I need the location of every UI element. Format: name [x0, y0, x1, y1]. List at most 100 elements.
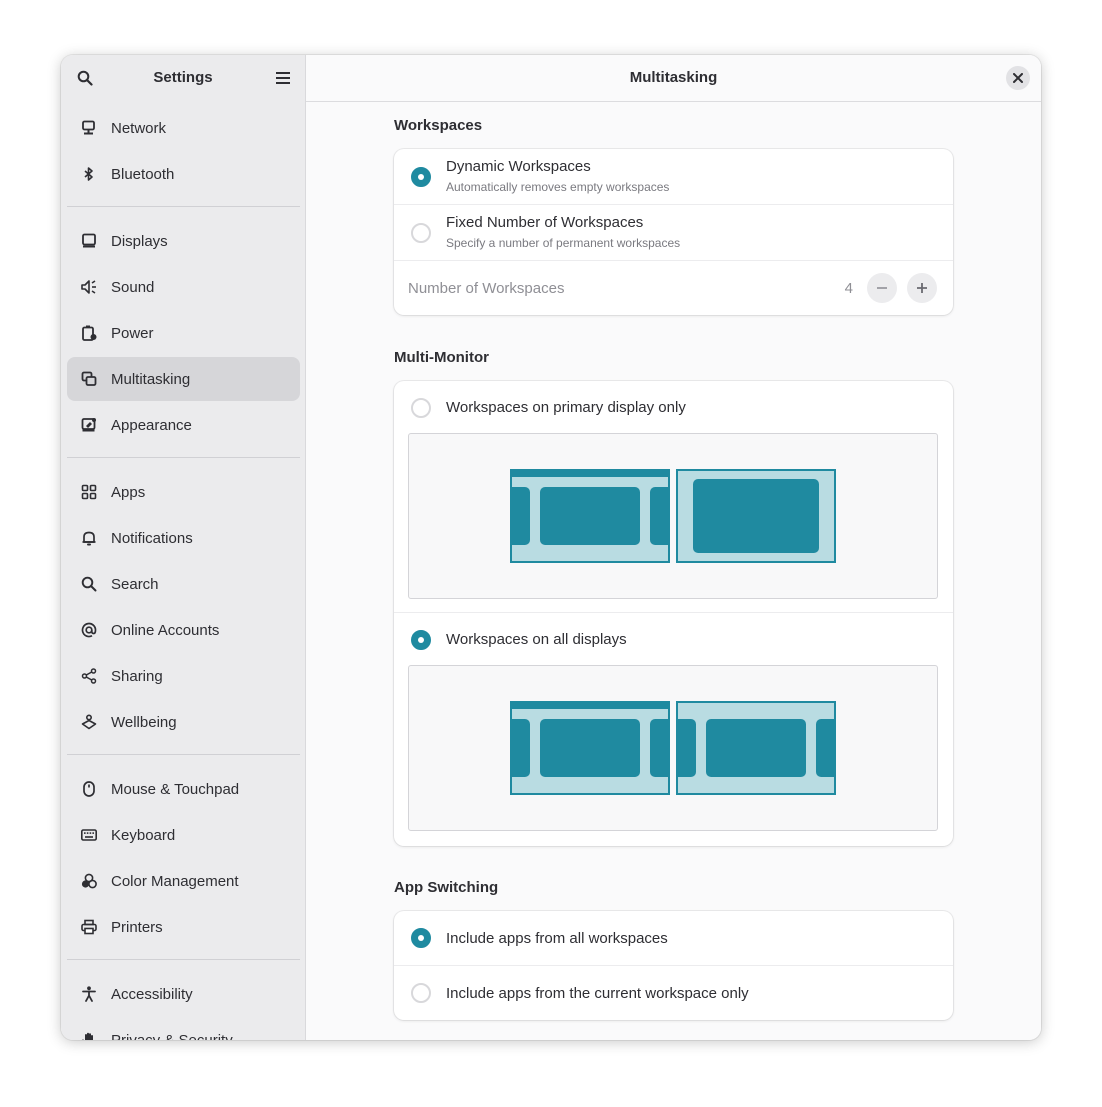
- sidebar-item-sound[interactable]: Sound: [67, 265, 300, 309]
- sidebar-item-privacy-security[interactable]: Privacy & Security: [67, 1018, 300, 1040]
- dynamic-workspaces-radio[interactable]: [411, 166, 431, 187]
- number-of-workspaces-label: Number of Workspaces: [408, 279, 565, 297]
- sidebar-item-color-management[interactable]: Color Management: [67, 859, 300, 903]
- bell-icon: [81, 530, 97, 546]
- main-header: Multitasking: [306, 55, 1041, 102]
- sidebar-item-sharing[interactable]: Sharing: [67, 654, 300, 698]
- dynamic-workspaces-title: Dynamic Workspaces: [446, 158, 591, 175]
- main-menu-button[interactable]: [271, 66, 295, 90]
- current-workspace-only-title: Include apps from the current workspace …: [446, 984, 749, 1002]
- monitor-illustration-primary: [510, 701, 670, 795]
- all-workspaces-row[interactable]: Include apps from all workspaces: [394, 911, 953, 966]
- fixed-workspaces-title: Fixed Number of Workspaces: [446, 214, 644, 231]
- page-title: Multitasking: [629, 69, 718, 86]
- sidebar-item-online-accounts[interactable]: Online Accounts: [67, 608, 300, 652]
- sidebar-item-label: Displays: [111, 232, 168, 250]
- monitor-illustration-secondary: [676, 701, 836, 795]
- sidebar-item-accessibility[interactable]: Accessibility: [67, 972, 300, 1016]
- sidebar-item-label: Online Accounts: [111, 621, 220, 639]
- hand-icon: [81, 1032, 97, 1040]
- monitor-illustration-primary: [510, 469, 670, 563]
- sidebar-item-label: Sound: [111, 278, 155, 296]
- decrement-button[interactable]: [867, 273, 897, 303]
- workspaces-card: Dynamic Workspaces Automatically removes…: [394, 149, 953, 315]
- sidebar-item-displays[interactable]: Displays: [67, 219, 300, 263]
- fixed-workspaces-subtitle: Specify a number of permanent workspaces: [446, 236, 681, 250]
- search-icon: [81, 576, 97, 592]
- increment-button[interactable]: [907, 273, 937, 303]
- primary-display-only-preview: [408, 433, 938, 599]
- primary-display-only-title: Workspaces on primary display only: [446, 399, 686, 416]
- dynamic-workspaces-text: Dynamic Workspaces Automatically removes…: [446, 158, 669, 194]
- sidebar-nav: Network Bluetooth Displays Sound Power M…: [67, 106, 300, 1040]
- primary-display-only-row[interactable]: Workspaces on primary display only: [394, 381, 953, 613]
- current-workspace-only-radio[interactable]: [411, 983, 431, 1003]
- section-title-app-switching: App Switching: [394, 879, 499, 896]
- dynamic-workspaces-row[interactable]: Dynamic Workspaces Automatically removes…: [394, 149, 953, 205]
- fixed-workspaces-radio[interactable]: [411, 222, 431, 243]
- sidebar-separator: [67, 959, 300, 960]
- sidebar-item-label: Privacy & Security: [111, 1031, 233, 1041]
- bluetooth-icon: [81, 166, 97, 182]
- wellbeing-icon: [81, 714, 97, 730]
- sidebar-separator: [67, 457, 300, 458]
- all-displays-text: Workspaces on all displays: [446, 631, 627, 648]
- sidebar-item-label: Notifications: [111, 529, 193, 547]
- network-icon: [81, 120, 97, 136]
- sidebar-item-label: Sharing: [111, 667, 163, 685]
- sidebar-item-notifications[interactable]: Notifications: [67, 516, 300, 560]
- current-workspace-only-row[interactable]: Include apps from the current workspace …: [394, 966, 953, 1020]
- sidebar-item-label: Color Management: [111, 872, 239, 890]
- all-workspaces-text: Include apps from all workspaces: [446, 930, 668, 947]
- current-workspace-only-text: Include apps from the current workspace …: [446, 985, 749, 1002]
- primary-display-only-text: Workspaces on primary display only: [446, 399, 686, 416]
- sidebar-separator: [67, 754, 300, 755]
- fixed-workspaces-row[interactable]: Fixed Number of Workspaces Specify a num…: [394, 205, 953, 261]
- at-sign-icon: [81, 622, 97, 638]
- sidebar-item-bluetooth[interactable]: Bluetooth: [67, 152, 300, 196]
- all-displays-preview: [408, 665, 938, 831]
- close-button[interactable]: [1006, 66, 1030, 90]
- sidebar-item-mouse-touchpad[interactable]: Mouse & Touchpad: [67, 767, 300, 811]
- sidebar-item-label: Keyboard: [111, 826, 176, 844]
- sidebar-item-label: Bluetooth: [111, 165, 175, 183]
- sidebar-item-printers[interactable]: Printers: [67, 905, 300, 949]
- sidebar-item-search[interactable]: Search: [67, 562, 300, 606]
- sidebar-item-label: Accessibility: [111, 985, 193, 1003]
- all-workspaces-radio[interactable]: [411, 928, 431, 948]
- sidebar-item-label: Multitasking: [111, 370, 191, 388]
- keyboard-icon: [81, 827, 97, 843]
- sidebar-item-label: Printers: [111, 918, 163, 936]
- close-icon: [1013, 73, 1023, 83]
- primary-display-only-radio[interactable]: [411, 398, 431, 418]
- hamburger-menu-icon: [276, 72, 290, 84]
- all-displays-row[interactable]: Workspaces on all displays: [394, 613, 953, 846]
- color-management-icon: [81, 873, 97, 889]
- sidebar-item-network[interactable]: Network: [67, 106, 300, 150]
- sidebar-item-multitasking[interactable]: Multitasking: [67, 357, 300, 401]
- sidebar-header: Settings: [61, 55, 305, 101]
- sidebar-item-label: Appearance: [111, 416, 192, 434]
- sidebar-item-power[interactable]: Power: [67, 311, 300, 355]
- sidebar-item-apps[interactable]: Apps: [67, 470, 300, 514]
- display-icon: [81, 233, 97, 249]
- minus-icon: [877, 287, 887, 289]
- speaker-icon: [81, 279, 97, 295]
- number-of-workspaces-value[interactable]: 4: [845, 280, 853, 297]
- sidebar-item-label: Mouse & Touchpad: [111, 780, 240, 798]
- content-area: Workspaces Dynamic Workspaces Automatica…: [394, 102, 953, 1020]
- plus-icon: [917, 283, 927, 293]
- mouse-icon: [81, 781, 97, 797]
- sidebar-item-appearance[interactable]: Appearance: [67, 403, 300, 447]
- sidebar-item-label: Wellbeing: [111, 713, 177, 731]
- all-displays-radio[interactable]: [411, 630, 431, 650]
- sidebar-item-label: Power: [111, 324, 154, 342]
- multi-monitor-card: Workspaces on primary display only Works…: [394, 381, 953, 846]
- appearance-icon: [81, 417, 97, 433]
- main-panel: Multitasking Workspaces Dynamic Workspac…: [306, 55, 1041, 1040]
- printer-icon: [81, 919, 97, 935]
- sidebar-item-wellbeing[interactable]: Wellbeing: [67, 700, 300, 744]
- sidebar-item-keyboard[interactable]: Keyboard: [67, 813, 300, 857]
- fixed-workspaces-text: Fixed Number of Workspaces Specify a num…: [446, 214, 680, 250]
- section-title-workspaces: Workspaces: [394, 117, 483, 134]
